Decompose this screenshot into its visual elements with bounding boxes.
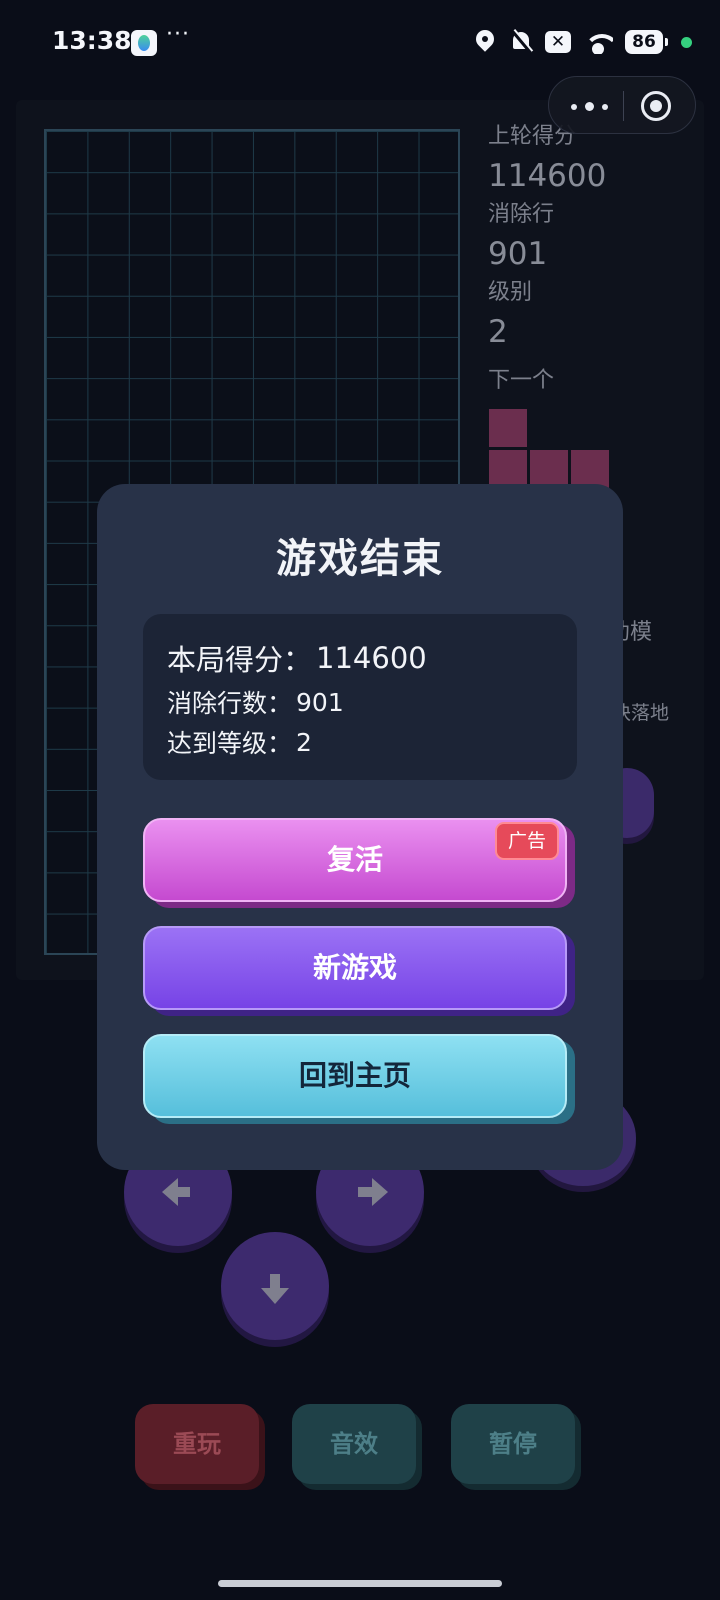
lines-label: 消除行 bbox=[488, 202, 555, 227]
close-box-icon: ✕ bbox=[545, 31, 571, 53]
next-piece-cell bbox=[488, 408, 528, 448]
result-summary: 本局得分： 114600 消除行数： 901 达到等级： 2 bbox=[143, 614, 577, 780]
level-label: 级别 bbox=[488, 280, 533, 305]
next-piece-cell bbox=[488, 449, 528, 489]
bell-off-icon bbox=[509, 30, 533, 54]
status-time: 13:38 bbox=[52, 26, 132, 55]
close-miniprogram-icon[interactable] bbox=[641, 91, 671, 121]
wifi-icon bbox=[583, 30, 613, 54]
last-score-value: 114600 bbox=[488, 158, 607, 194]
level-reached-row: 达到等级： 2 bbox=[167, 722, 553, 762]
replay-button[interactable]: 重玩 bbox=[135, 1404, 259, 1484]
level-value: 2 bbox=[488, 314, 508, 350]
location-icon bbox=[473, 30, 497, 54]
back-home-button[interactable]: 回到主页 bbox=[143, 1034, 567, 1118]
game-over-dialog: 游戏结束 本局得分： 114600 消除行数： 901 达到等级： 2 复活 广… bbox=[97, 484, 623, 1170]
more-options-icon[interactable] bbox=[571, 94, 609, 118]
arrow-left-icon bbox=[162, 1178, 190, 1206]
sound-button[interactable]: 音效 bbox=[292, 1404, 416, 1484]
ad-badge: 广告 bbox=[495, 822, 559, 860]
lines-cleared-value: 901 bbox=[296, 687, 344, 717]
lines-cleared-row: 消除行数： 901 bbox=[167, 682, 553, 722]
dialog-title: 游戏结束 bbox=[276, 536, 444, 582]
next-piece-cell bbox=[529, 449, 569, 489]
arrow-down-icon bbox=[261, 1274, 289, 1304]
move-down-button[interactable] bbox=[221, 1232, 329, 1340]
capsule-menu bbox=[548, 76, 696, 134]
lines-cleared-label: 消除行数： bbox=[167, 689, 293, 718]
status-bar: 13:38 ··· ✕ 86 bbox=[0, 0, 720, 88]
battery-icon: 86 bbox=[625, 30, 668, 54]
capsule-divider bbox=[623, 91, 624, 121]
home-indicator[interactable] bbox=[218, 1580, 502, 1587]
pause-button[interactable]: 暂停 bbox=[451, 1404, 575, 1484]
next-piece-preview bbox=[488, 408, 616, 492]
status-icons: ✕ 86 bbox=[473, 26, 692, 58]
side-info-panel: 上轮得分 114600 消除行 901 级别 2 下一个 bbox=[488, 120, 698, 398]
level-reached-label: 达到等级： bbox=[167, 729, 293, 758]
charging-dot-icon bbox=[681, 36, 692, 48]
final-score-label: 本局得分： bbox=[167, 643, 313, 677]
next-piece-label: 下一个 bbox=[488, 368, 555, 393]
final-score-value: 114600 bbox=[316, 641, 427, 675]
new-game-button[interactable]: 新游戏 bbox=[143, 926, 567, 1010]
lines-value: 901 bbox=[488, 236, 548, 272]
next-piece-cell bbox=[570, 449, 610, 489]
arrow-right-icon bbox=[358, 1178, 388, 1206]
app-notification-icon bbox=[131, 30, 157, 56]
final-score-row: 本局得分： 114600 bbox=[167, 634, 553, 682]
level-reached-value: 2 bbox=[296, 727, 312, 757]
status-more-icon: ··· bbox=[166, 22, 190, 47]
